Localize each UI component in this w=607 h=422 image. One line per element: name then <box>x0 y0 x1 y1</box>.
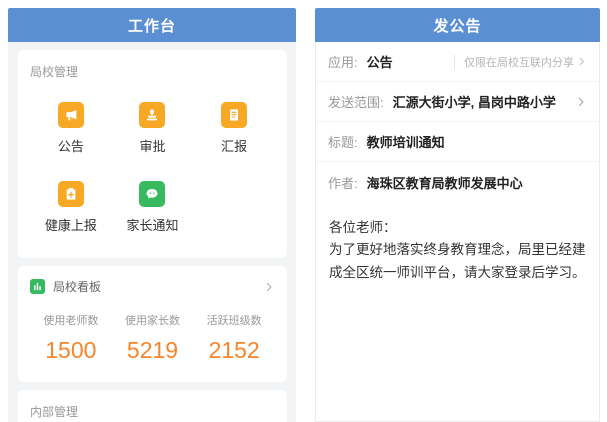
author-field-value: 海珠区教育局教师发展中心 <box>366 175 523 191</box>
stat-value: 2152 <box>208 337 260 363</box>
announcement-body-content: 为了更好地落实终身教育理念，局里已经建成全区统一师训平台，请大家登录后学习。 <box>329 242 586 280</box>
dashboard-title: 局校看板 <box>53 280 102 294</box>
internal-mgmt-card: 内部管理 <box>18 390 287 422</box>
stat-parents: 使用家长数 5219 <box>112 312 194 364</box>
publish-header: 发公告 <box>315 8 600 42</box>
megaphone-icon <box>57 102 84 128</box>
app-label: 汇报 <box>221 139 248 154</box>
stat-value: 5219 <box>126 337 179 363</box>
form-row-subject[interactable]: 标题: 教师培训通知 <box>316 122 599 162</box>
app-field-label: 应用: <box>328 55 358 70</box>
announcement-body-greeting: 各位老师： <box>329 220 397 235</box>
app-item-health-report[interactable]: 健康上报 <box>45 181 97 234</box>
chevron-right-icon <box>263 281 275 293</box>
form-row-author[interactable]: 作者: 海珠区教育局教师发展中心 <box>316 162 599 202</box>
workbench-title: 工作台 <box>127 17 176 35</box>
app-item-parent-notice[interactable]: 家长通知 <box>126 181 179 234</box>
report-icon <box>221 102 248 128</box>
workbench-screen: 工作台 局校管理 公告 审批 汇报 健康上报 家长通知 局校看板 使用老师数 1… <box>8 8 296 422</box>
workbench-header: 工作台 <box>8 8 296 42</box>
share-scope-note-text: 仅限在局校互联内分享 <box>464 56 574 69</box>
chevron-right-icon <box>575 96 587 108</box>
vertical-divider <box>454 54 455 69</box>
school-mgmt-section-title: 局校管理 <box>30 65 79 79</box>
dashboard-card: 局校看板 使用老师数 1500 使用家长数 5219 活跃班级数 2152 <box>18 266 287 382</box>
app-item-approval[interactable]: 审批 <box>139 102 166 155</box>
subject-field-label: 标题: <box>328 135 358 150</box>
dashboard-chart-icon <box>30 279 45 294</box>
app-item-announcement[interactable]: 公告 <box>57 102 84 155</box>
dashboard-stats: 使用老师数 1500 使用家长数 5219 活跃班级数 2152 <box>30 312 275 364</box>
stat-value: 1500 <box>45 337 97 363</box>
app-label: 健康上报 <box>44 218 97 233</box>
subject-field-value: 教师培训通知 <box>366 135 445 150</box>
publish-announcement-screen: 发公告 应用: 公告 仅限在局校互联内分享 发送范围: 汇源大街小学, 昌岗中路… <box>315 8 600 422</box>
app-item-report[interactable]: 汇报 <box>221 102 247 155</box>
internal-mgmt-section-title: 内部管理 <box>30 405 79 419</box>
screenshot-stage: 工作台 局校管理 公告 审批 汇报 健康上报 家长通知 局校看板 使用老师数 1… <box>0 0 607 422</box>
stat-teachers: 使用老师数 1500 <box>30 312 112 364</box>
publish-title: 发公告 <box>433 17 482 35</box>
wechat-chat-icon <box>139 181 166 207</box>
stat-active-classes: 活跃班级数 2152 <box>193 312 275 364</box>
health-report-icon <box>57 181 84 207</box>
scope-field-value: 汇源大街小学, 昌岗中路小学 <box>392 95 556 110</box>
share-scope-note[interactable]: 仅限在局校互联内分享 <box>454 54 587 70</box>
form-row-app[interactable]: 应用: 公告 仅限在局校互联内分享 <box>316 42 599 82</box>
announcement-body-editor[interactable]: 各位老师： 为了更好地落实终身教育理念，局里已经建成全区统一师训平台，请大家登录… <box>316 202 599 299</box>
scope-field-label: 发送范围: <box>328 95 384 110</box>
stat-label: 使用家长数 <box>124 315 180 327</box>
workbench-body: 局校管理 公告 审批 汇报 健康上报 家长通知 局校看板 使用老师数 1500 … <box>8 42 296 422</box>
author-field-label: 作者: <box>328 175 358 191</box>
dashboard-header-row[interactable]: 局校看板 <box>30 278 275 295</box>
stat-label: 活跃班级数 <box>206 315 262 327</box>
chevron-right-icon <box>576 56 587 67</box>
app-field-value: 公告 <box>366 55 393 70</box>
app-label: 公告 <box>57 139 84 154</box>
form-row-scope[interactable]: 发送范围: 汇源大街小学, 昌岗中路小学 <box>316 82 599 122</box>
app-grid: 公告 审批 汇报 健康上报 家长通知 <box>30 102 275 234</box>
stamp-icon <box>139 102 166 128</box>
app-label: 审批 <box>139 139 166 154</box>
stat-label: 使用老师数 <box>43 315 99 327</box>
app-label: 家长通知 <box>126 218 179 233</box>
school-mgmt-card: 局校管理 公告 审批 汇报 健康上报 家长通知 <box>18 50 287 258</box>
publish-form: 应用: 公告 仅限在局校互联内分享 发送范围: 汇源大街小学, 昌岗中路小学 标… <box>315 42 600 422</box>
